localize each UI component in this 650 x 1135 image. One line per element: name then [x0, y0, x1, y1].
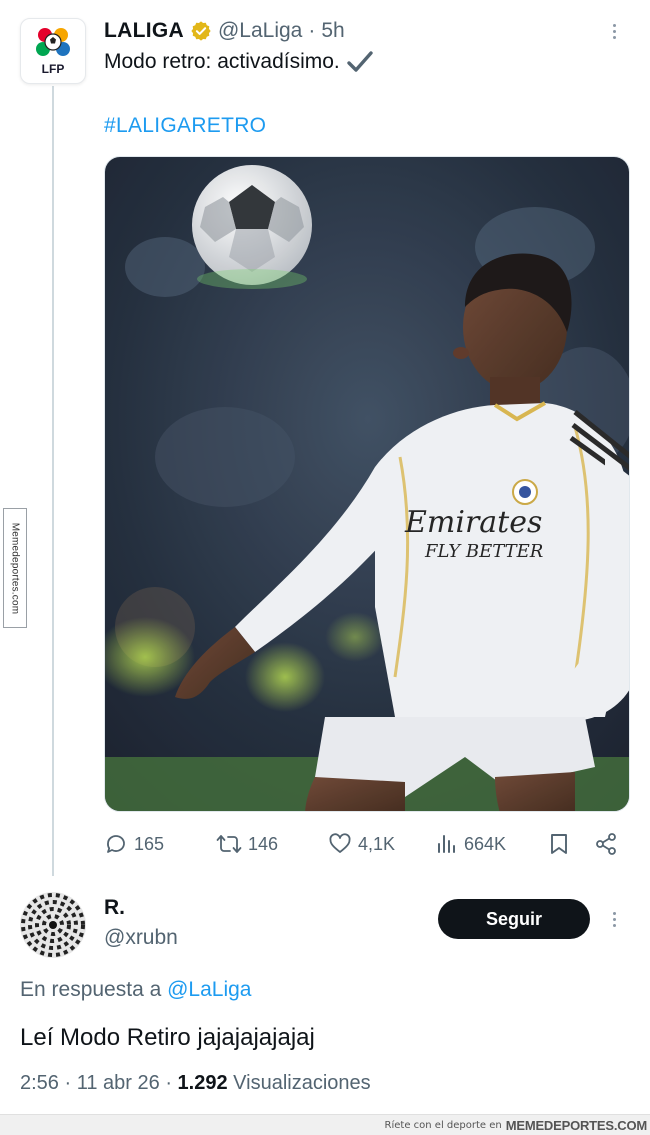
laliga-logo-icon [36, 28, 70, 56]
reply-mention-link[interactable]: @LaLiga [167, 978, 251, 1001]
views-count: 664K [464, 833, 507, 854]
avatar-pattern-image [20, 892, 86, 958]
user-avatar[interactable] [20, 892, 86, 958]
reply-count: 165 [134, 833, 165, 854]
side-watermark-text: Memedeportes.com [9, 522, 21, 614]
like-count: 4,1K [358, 833, 396, 854]
share-button[interactable] [594, 828, 618, 860]
tweet-header: LALIGA @LaLiga · 5h [104, 16, 345, 46]
retweet-button[interactable]: 146 [216, 828, 278, 860]
more-options-button[interactable] [604, 16, 624, 46]
reply-views-count: 1.292 [177, 1072, 228, 1094]
retweet-count: 146 [248, 833, 279, 854]
reply-context: En respuesta a @LaLiga [20, 978, 252, 1002]
reply-date[interactable]: 11 abr 26 [77, 1072, 160, 1094]
reply-more-options-button[interactable] [604, 904, 624, 934]
views-icon [438, 835, 455, 853]
thread-line [52, 86, 54, 876]
verified-badge-icon [191, 21, 211, 41]
football-player-photo: Emirates FLY BETTER [105, 157, 629, 811]
hashtag-link[interactable]: #LALIGARETRO [104, 114, 266, 138]
laliga-avatar-label: LFP [41, 62, 65, 76]
tweet-text-content: Modo retro: activadísimo. [104, 50, 340, 73]
footer-tagline: Ríete con el deporte en [384, 1119, 502, 1131]
author-handle[interactable]: @LaLiga [218, 19, 302, 43]
like-icon [329, 833, 351, 853]
reply-text: Leí Modo Retiro jajajajajajaj [20, 1024, 315, 1051]
tweet-text: Modo retro: activadísimo. [104, 50, 374, 74]
laliga-avatar[interactable]: LFP [20, 18, 86, 84]
side-watermark: Memedeportes.com [3, 508, 27, 628]
author-name[interactable]: LALIGA [104, 19, 184, 43]
reply-prefix: En respuesta a [20, 978, 162, 1001]
follow-button[interactable]: Seguir [438, 899, 590, 939]
bookmark-button[interactable] [548, 828, 570, 860]
footer-watermark: Ríete con el deporte en MEMEDEPORTES.COM [0, 1114, 650, 1135]
tweet-image[interactable]: Emirates FLY BETTER [104, 156, 630, 812]
share-icon [596, 833, 616, 855]
reply-button[interactable]: 165 [104, 828, 164, 860]
like-button[interactable]: 4,1K [328, 828, 395, 860]
views-button[interactable]: 664K [436, 828, 506, 860]
reply-views-label: Visualizaciones [233, 1072, 371, 1094]
tweet-time[interactable]: 5h [321, 19, 344, 43]
tweet-actions: 165 146 4,1K 664K [104, 828, 630, 860]
bookmark-icon [551, 834, 567, 854]
footer-brand: MEMEDEPORTES.COM [505, 1117, 647, 1133]
separator-dot: · [308, 19, 316, 42]
checkmark-icon [347, 51, 373, 72]
retweet-icon [216, 835, 242, 853]
reply-metadata: 2:56 · 11 abr 26 · 1.292 Visualizaciones [20, 1072, 371, 1094]
reply-author-name[interactable]: R. [104, 896, 125, 920]
reply-author-handle[interactable]: @xrubn [104, 926, 178, 950]
reply-icon [107, 835, 125, 853]
reply-time[interactable]: 2:56 [20, 1072, 59, 1094]
